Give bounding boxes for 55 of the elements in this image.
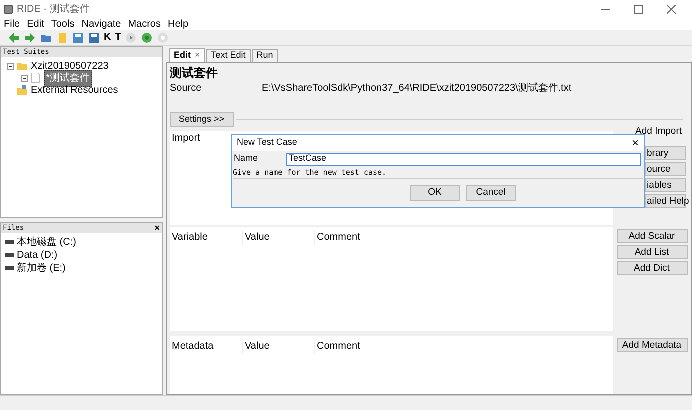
app-icon xyxy=(4,4,13,14)
menu-item[interactable]: File xyxy=(4,16,20,32)
button[interactable]: ource xyxy=(645,162,686,176)
close-button[interactable]: × xyxy=(195,48,200,62)
menu-item[interactable]: Edit xyxy=(27,16,44,32)
section-label: Variable xyxy=(171,231,209,245)
collapse-icon[interactable] xyxy=(7,62,14,70)
section-label: Metadata xyxy=(171,340,215,354)
field-label: Name xyxy=(234,152,260,166)
button[interactable]: iables xyxy=(645,178,686,192)
drive-item[interactable]: Data (D:) xyxy=(17,248,58,262)
back-arrow-icon[interactable] xyxy=(8,32,20,44)
button[interactable]: Add Dict xyxy=(616,261,688,275)
menu-item[interactable]: Tools xyxy=(51,16,75,32)
file-icon xyxy=(31,73,41,83)
tree-item[interactable]: *测试套件 xyxy=(44,70,92,86)
suite-title: 测试套件 xyxy=(170,65,219,81)
window-title: RIDE - 测试套件 xyxy=(17,2,90,16)
button[interactable]: Cancel xyxy=(466,185,516,201)
field-label: Source xyxy=(170,82,203,96)
button[interactable]: brary xyxy=(645,146,686,160)
menu-item[interactable]: Navigate xyxy=(82,16,122,32)
column-header: Comment xyxy=(314,339,360,354)
collapse-icon[interactable] xyxy=(21,74,28,82)
dialog-title: New Test Case xyxy=(237,136,298,150)
settings-button[interactable]: Settings >> xyxy=(170,112,234,126)
toolbar-button[interactable]: T xyxy=(115,32,122,44)
source-path: E:\VsShareToolSdk\Python37_64\RIDE\xzit20190507223\测试套件.txt xyxy=(262,82,572,96)
button[interactable]: Add Metadata xyxy=(616,338,688,352)
folder-icon xyxy=(17,85,27,95)
menu-item[interactable]: Help xyxy=(168,16,189,32)
drive-item[interactable]: 本地磁盘 (C:) xyxy=(17,234,76,250)
column-header: Value xyxy=(242,230,314,245)
forward-arrow-icon[interactable] xyxy=(24,32,36,44)
button-label[interactable]: Add Import xyxy=(636,126,686,137)
close-icon[interactable] xyxy=(667,4,676,14)
toolbar-button[interactable]: K xyxy=(104,32,112,44)
button[interactable]: Add Scalar xyxy=(616,229,688,243)
name-field[interactable]: TestCase xyxy=(286,152,641,166)
column-header: Comment xyxy=(314,230,360,245)
button[interactable]: OK xyxy=(410,185,460,201)
folder-icon xyxy=(17,61,27,71)
play-icon[interactable] xyxy=(125,32,138,44)
close-button[interactable]: × xyxy=(632,137,639,149)
tab[interactable]: Edit × xyxy=(169,48,206,62)
tab[interactable]: Run xyxy=(252,49,278,62)
close-button[interactable]: × xyxy=(154,223,160,233)
save-icon[interactable] xyxy=(88,32,100,44)
drive-item[interactable]: 新加卷 (E:) xyxy=(17,260,66,276)
maximize-icon[interactable] xyxy=(634,4,643,14)
column-header: Value xyxy=(242,339,314,354)
tab[interactable]: Text Edit xyxy=(206,49,251,62)
save-icon[interactable] xyxy=(72,32,84,44)
button[interactable]: Add List xyxy=(616,245,688,259)
menu-item[interactable]: Macros xyxy=(128,16,161,32)
